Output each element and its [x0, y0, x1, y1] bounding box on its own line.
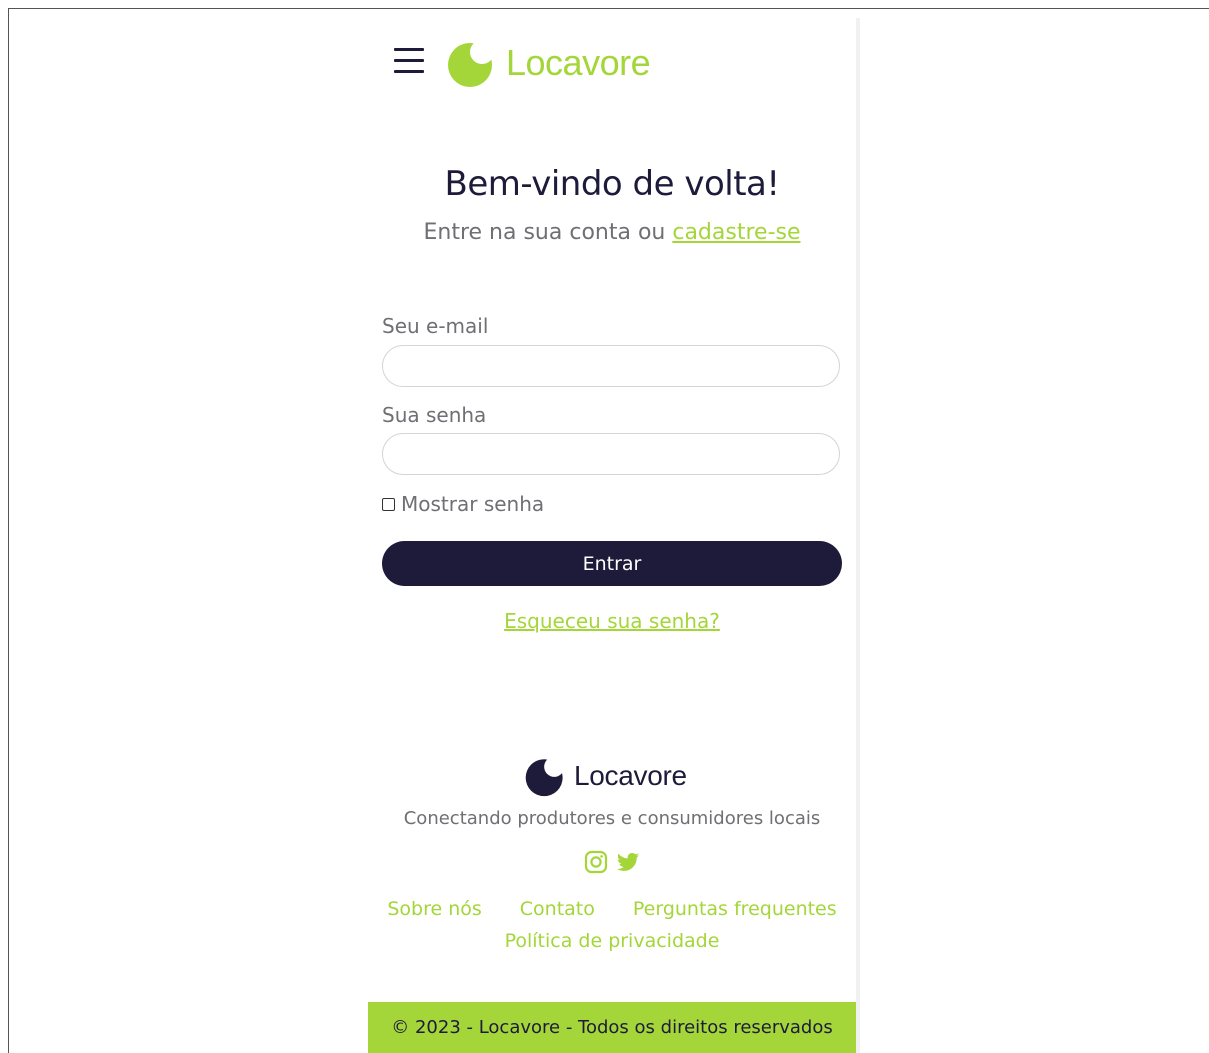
content-divider	[856, 18, 860, 1053]
footer-link-faq[interactable]: Perguntas frequentes	[633, 898, 837, 920]
footer-link-privacy[interactable]: Política de privacidade	[505, 930, 720, 952]
show-password-label: Mostrar senha	[401, 492, 545, 516]
footer-link-about[interactable]: Sobre nós	[387, 898, 481, 920]
page-title: Bem-vindo de volta!	[444, 164, 781, 204]
password-label: Sua senha	[382, 403, 487, 427]
footer-link-contact[interactable]: Contato	[520, 898, 595, 920]
logo-text: Locavore	[506, 42, 651, 83]
email-field[interactable]	[382, 345, 840, 387]
copyright-bar: © 2023 - Locavore - Todos os direitos re…	[368, 1002, 856, 1053]
footer-logo-text: Locavore	[574, 760, 687, 791]
login-button[interactable]: Entrar	[382, 541, 842, 586]
page-frame-left	[8, 8, 9, 1053]
social-links	[584, 850, 640, 874]
hamburger-menu-icon[interactable]	[394, 46, 426, 76]
page-frame-top	[8, 8, 1209, 9]
show-password-row[interactable]: Mostrar senha	[382, 492, 544, 516]
twitter-icon[interactable]	[616, 850, 640, 874]
instagram-icon[interactable]	[584, 850, 608, 874]
email-label: Seu e-mail	[382, 314, 489, 338]
footer-tagline: Conectando produtores e consumidores loc…	[403, 808, 821, 829]
forgot-password-link[interactable]: Esqueceu sua senha?	[382, 609, 842, 633]
subtitle-text: Entre na sua conta ou	[423, 220, 666, 245]
page-subtitle: Entre na sua conta ou cadastre-se	[382, 220, 842, 245]
signup-link[interactable]: cadastre-se	[672, 220, 800, 245]
locavore-logo-icon	[525, 756, 565, 797]
locavore-logo-icon	[448, 40, 494, 87]
footer-logo: Locavore	[524, 755, 687, 797]
footer-links: Sobre nós Contato Perguntas frequentes P…	[368, 898, 856, 952]
password-field[interactable]	[382, 433, 840, 475]
show-password-checkbox[interactable]	[382, 497, 395, 511]
header-logo[interactable]: Locavore	[446, 38, 651, 88]
